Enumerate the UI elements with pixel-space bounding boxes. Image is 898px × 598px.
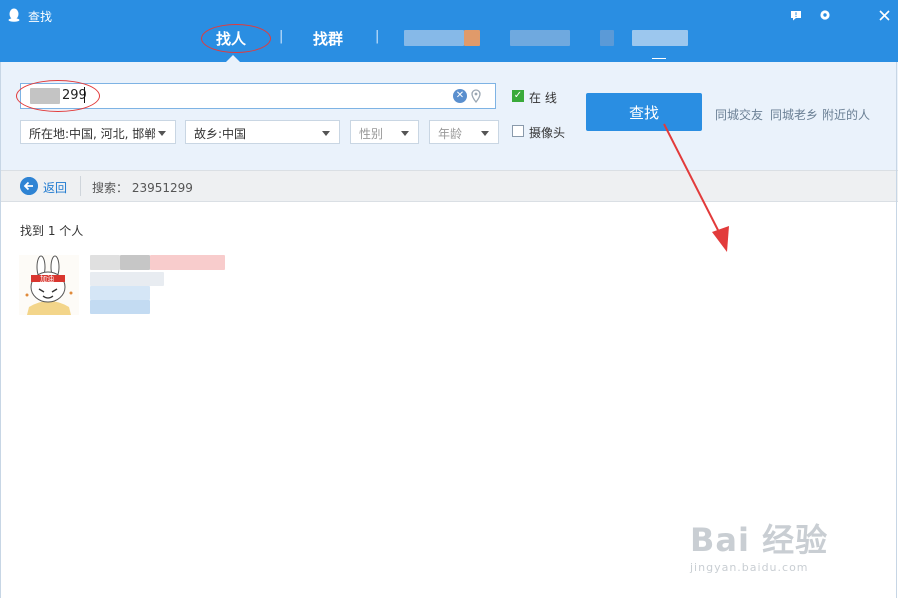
camera-label: 摄像头 — [529, 126, 566, 140]
nav-divider — [80, 176, 81, 196]
qq-logo-icon — [8, 8, 20, 22]
tab-blurred — [600, 30, 614, 46]
tab-underline — [652, 58, 666, 59]
location-pin-icon[interactable] — [470, 89, 482, 103]
result-count: 找到 1 个人 — [20, 224, 84, 238]
search-summary: 搜索： 23951299 — [92, 181, 193, 195]
hometown-select[interactable]: 故乡:中国 — [185, 120, 340, 144]
link-same-city-hometown[interactable]: 同城老乡 — [770, 106, 818, 123]
window-title: 查找 — [28, 10, 53, 24]
location-select[interactable]: 所在地:中国, 河北, 邯郸 — [20, 120, 176, 144]
tab-separator: | — [375, 29, 380, 44]
watermark-sub: jingyan.baidu.com — [690, 561, 809, 574]
gender-select-value: 性别 — [359, 127, 384, 141]
tab-blurred[interactable] — [404, 30, 464, 46]
gender-select[interactable]: 性别 — [350, 120, 419, 144]
back-arrow-icon[interactable] — [20, 177, 38, 195]
feedback-icon[interactable] — [789, 9, 803, 21]
age-select-value: 年龄 — [438, 127, 463, 141]
location-select-value: 所在地:中国, 河北, 邯郸 — [29, 127, 155, 141]
chevron-down-icon — [401, 131, 409, 136]
baidu-watermark: Bai 经验 jingyan.baidu.com — [690, 515, 828, 574]
window-border-right — [896, 62, 897, 598]
close-icon[interactable] — [877, 9, 891, 21]
tab-separator: | — [279, 29, 284, 44]
tab-find-groups[interactable]: 找群 — [313, 28, 343, 49]
result-nickname-redacted — [150, 255, 225, 270]
window-border-left — [0, 62, 1, 598]
result-nickname-redacted — [90, 255, 120, 270]
settings-icon[interactable] — [818, 9, 832, 21]
tab-blurred-accent — [464, 30, 480, 46]
chevron-down-icon — [481, 131, 489, 136]
avatar[interactable]: 加油 — [19, 255, 79, 315]
active-tab-indicator — [226, 55, 240, 62]
result-info-redacted — [90, 286, 150, 300]
link-nearby-people[interactable]: 附近的人 — [822, 106, 870, 123]
hometown-select-value: 故乡:中国 — [194, 127, 247, 141]
result-nickname-redacted — [120, 255, 150, 270]
annotation-circle-tab — [201, 24, 271, 53]
annotation-circle-input — [16, 80, 100, 112]
bunny-avatar-image — [19, 255, 79, 315]
result-info-redacted — [90, 272, 164, 286]
chevron-down-icon — [158, 131, 166, 136]
online-checkbox[interactable]: ✓ — [512, 90, 524, 102]
age-select[interactable]: 年龄 — [429, 120, 499, 144]
back-link[interactable]: 返回 — [43, 179, 67, 196]
annotation-arrow — [663, 123, 729, 252]
camera-checkbox[interactable] — [512, 125, 524, 137]
result-info-redacted — [90, 300, 150, 314]
tab-blurred[interactable] — [510, 30, 570, 46]
online-label: 在 线 — [529, 91, 557, 105]
search-panel — [0, 62, 898, 170]
tab-blurred[interactable] — [632, 30, 688, 46]
watermark-main: Bai 经验 — [690, 521, 829, 559]
chevron-down-icon — [322, 131, 330, 136]
avatar-badge-text: 加油 — [40, 275, 54, 283]
clear-icon[interactable]: ✕ — [453, 89, 467, 103]
